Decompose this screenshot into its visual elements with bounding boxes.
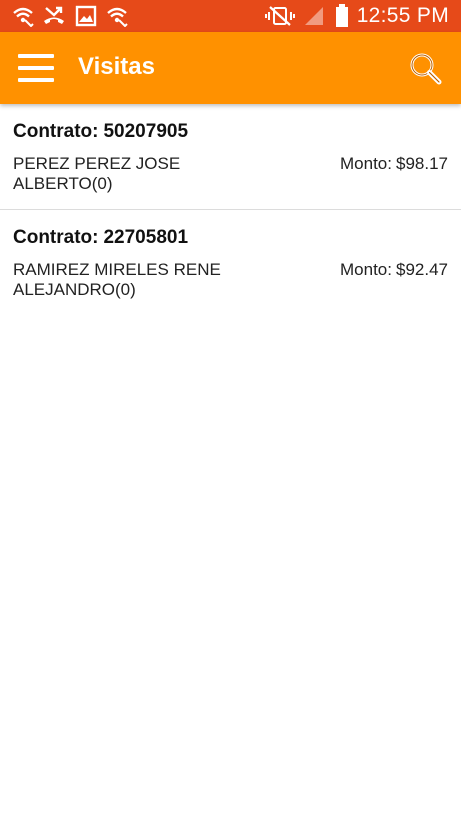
contract-label: Contrato: — [13, 121, 99, 142]
wifi-call-icon — [107, 7, 128, 27]
battery-icon — [335, 4, 348, 27]
list-item[interactable]: Contrato: 22705801 RAMIREZ MIRELES RENE A… — [0, 210, 461, 315]
client-name: PEREZ PEREZ JOSE ALBERTO(0) — [13, 154, 181, 193]
contract-title: Contrato: 50207905 — [13, 121, 188, 143]
search-button[interactable] — [409, 52, 443, 86]
app-bar: Visitas — [0, 32, 461, 104]
amount-value: $98.17 — [396, 154, 448, 173]
status-time: 12:55 PM — [356, 4, 449, 27]
signal-icon — [304, 7, 323, 25]
vibrate-mute-icon — [264, 6, 295, 26]
list-item[interactable]: Contrato: 50207905 PEREZ PEREZ JOSE ALBER… — [0, 104, 461, 210]
amount-label: Monto: — [340, 260, 392, 279]
hamburger-menu-icon-bar — [18, 78, 54, 82]
amount: Monto: $92.47 — [340, 260, 448, 280]
contract-title: Contrato: 22705801 — [13, 227, 188, 249]
amount: Monto: $98.17 — [340, 154, 448, 174]
contract-label: Contrato: — [13, 227, 99, 248]
wifi-call-icon — [13, 7, 34, 27]
hamburger-menu-icon-bar — [18, 66, 54, 70]
gallery-icon — [75, 5, 97, 27]
page-title: Visitas — [78, 53, 155, 80]
contract-number: 50207905 — [103, 121, 189, 142]
contract-number: 22705801 — [103, 227, 189, 248]
visits-list: Contrato: 50207905 PEREZ PEREZ JOSE ALBER… — [0, 104, 461, 315]
status-bar: 12:55 PM — [0, 0, 461, 32]
missed-call-icon — [44, 6, 64, 24]
amount-value: $92.47 — [396, 260, 448, 279]
amount-label: Monto: — [340, 154, 392, 173]
hamburger-menu-icon — [18, 54, 54, 58]
menu-button[interactable] — [18, 54, 54, 82]
status-bar-right: 12:55 PM — [264, 0, 449, 32]
client-name: RAMIREZ MIRELES RENE ALEJANDRO(0) — [13, 260, 221, 299]
